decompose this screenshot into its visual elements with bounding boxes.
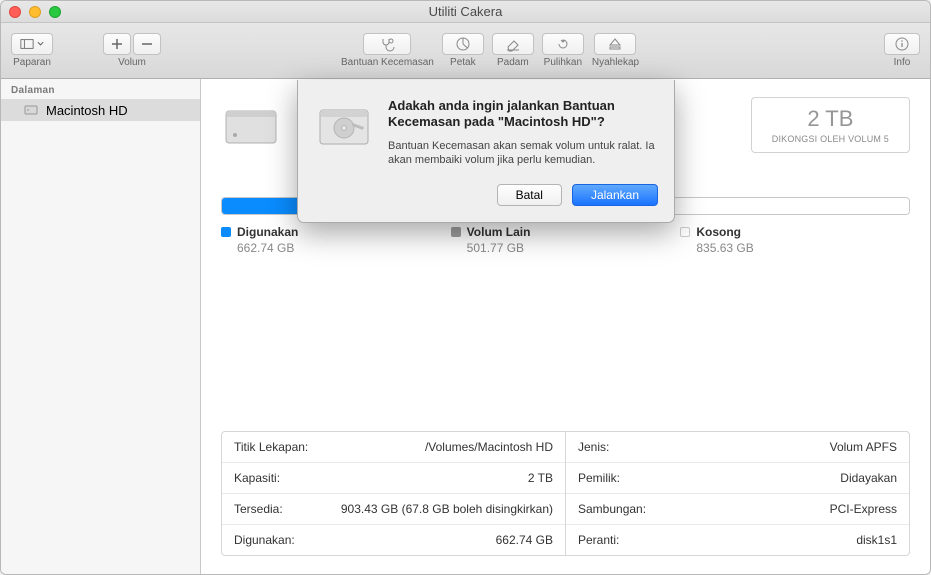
info-label: Info [894, 57, 911, 68]
chevron-down-icon [37, 40, 44, 48]
titlebar: Utiliti Cakera [1, 1, 930, 23]
partition-label: Petak [450, 57, 476, 68]
details-col-right: Jenis:Volum APFS Pemilik:Didayakan Sambu… [566, 432, 909, 555]
pie-icon [455, 36, 471, 52]
sidebar: Dalaman Macintosh HD [1, 79, 201, 574]
view-button[interactable] [11, 33, 53, 55]
restore-label: Pulihkan [544, 57, 582, 68]
disk-icon [23, 102, 39, 118]
legend-other-value: 501.77 GB [467, 241, 681, 255]
detail-row: Digunakan:662.74 GB [222, 525, 565, 555]
sidebar-item-label: Macintosh HD [46, 103, 128, 118]
toolbar: Paparan Volum Bantuan Kecemasan [1, 23, 930, 79]
remove-volume-button[interactable] [133, 33, 161, 55]
info-button[interactable] [884, 33, 920, 55]
legend-other-label: Volum Lain [467, 225, 531, 239]
first-aid-button[interactable] [363, 33, 411, 55]
detail-row: Tersedia:903.43 GB (67.8 GB boleh dising… [222, 494, 565, 525]
first-aid-dialog: Adakah anda ingin jalankan Bantuan Kecem… [297, 80, 675, 223]
run-button[interactable]: Jalankan [572, 184, 658, 206]
cancel-button[interactable]: Batal [497, 184, 562, 206]
erase-label: Padam [497, 57, 529, 68]
info-icon [894, 36, 910, 52]
sidebar-section-internal: Dalaman [1, 79, 200, 99]
disk-large-icon [221, 97, 281, 157]
detail-row: Peranti:disk1s1 [566, 525, 909, 555]
legend-used-value: 662.74 GB [237, 241, 451, 255]
dialog-description: Bantuan Kecemasan akan semak volum untuk… [388, 139, 658, 169]
partition-button[interactable] [442, 33, 484, 55]
capacity-box: 2 TB DIKONGSI OLEH VOLUM 5 [751, 97, 910, 153]
window-title: Utiliti Cakera [1, 4, 930, 19]
details-table: Titik Lekapan:/Volumes/Macintosh HD Kapa… [221, 431, 910, 556]
first-aid-label: Bantuan Kecemasan [341, 57, 434, 68]
unmount-label: Nyahlekap [592, 57, 639, 68]
swatch-other [451, 227, 461, 237]
capacity-subtitle: DIKONGSI OLEH VOLUM 5 [772, 134, 889, 144]
unmount-button[interactable] [594, 33, 636, 55]
stethoscope-icon [379, 36, 395, 52]
legend-free-label: Kosong [696, 225, 741, 239]
plus-icon [109, 36, 125, 52]
detail-row: Titik Lekapan:/Volumes/Macintosh HD [222, 432, 565, 463]
restore-icon [555, 36, 571, 52]
capacity-value: 2 TB [772, 106, 889, 132]
legend-used-label: Digunakan [237, 225, 298, 239]
disk-dialog-icon [314, 98, 374, 158]
minus-icon [139, 36, 155, 52]
sidebar-item-macintosh-hd[interactable]: Macintosh HD [1, 99, 200, 121]
swatch-used [221, 227, 231, 237]
erase-button[interactable] [492, 33, 534, 55]
details-col-left: Titik Lekapan:/Volumes/Macintosh HD Kapa… [222, 432, 566, 555]
detail-row: Kapasiti:2 TB [222, 463, 565, 494]
app-window: Utiliti Cakera Paparan Volum [0, 0, 931, 575]
erase-icon [505, 36, 521, 52]
swatch-free [680, 227, 690, 237]
detail-row: Jenis:Volum APFS [566, 432, 909, 463]
usage-legend: Digunakan 662.74 GB Volum Lain 501.77 GB… [221, 225, 910, 255]
add-volume-button[interactable] [103, 33, 131, 55]
dialog-title: Adakah anda ingin jalankan Bantuan Kecem… [388, 98, 658, 131]
legend-free-value: 835.63 GB [696, 241, 910, 255]
volume-label: Volum [118, 57, 146, 68]
detail-row: Pemilik:Didayakan [566, 463, 909, 494]
sidebar-view-icon [20, 36, 34, 52]
restore-button[interactable] [542, 33, 584, 55]
view-label: Paparan [13, 57, 51, 68]
detail-row: Sambungan:PCI-Express [566, 494, 909, 525]
eject-icon [607, 36, 623, 52]
